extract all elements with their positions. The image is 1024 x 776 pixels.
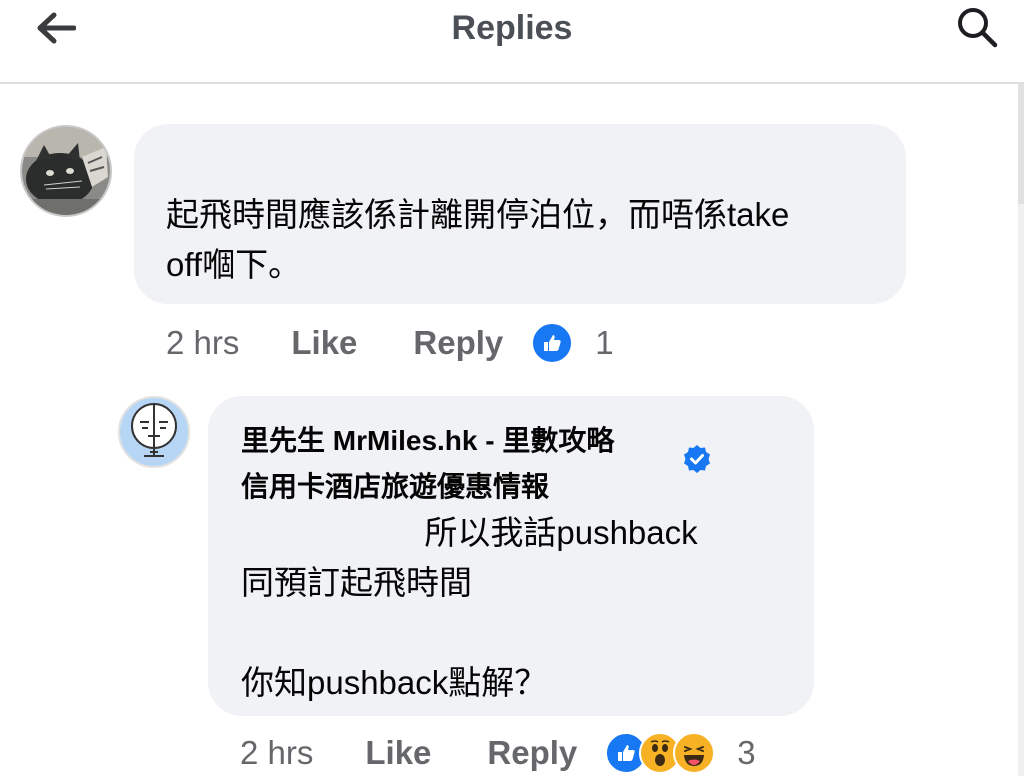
comment-reactions[interactable]: [531, 322, 574, 364]
verified-badge-icon: [684, 445, 710, 473]
search-button[interactable]: [954, 4, 1000, 50]
page-title: Replies: [451, 9, 573, 47]
commenter-avatar[interactable]: [20, 125, 112, 217]
scrollbar[interactable]: [1018, 84, 1024, 776]
reply-like-button[interactable]: Like: [365, 734, 431, 772]
reply-bubble[interactable]: 里先生 MrMiles.hk - 里數攻略 信用卡酒店旅遊優惠情報 所以我話pu…: [208, 396, 814, 716]
reply-author-name[interactable]: 里先生 MrMiles.hk - 里數攻略 信用卡酒店旅遊優惠情報: [241, 418, 681, 510]
cat-photo: [22, 127, 110, 215]
comment-reaction-count[interactable]: 1: [595, 324, 613, 362]
comment-text: 起飛時間應該係計離開停泊位，而唔係take off嗰下。: [166, 196, 790, 283]
haha-reaction-icon: [673, 732, 716, 774]
comment-timestamp[interactable]: 2 hrs: [166, 324, 239, 362]
comment-bubble[interactable]: 起飛時間應該係計離開停泊位，而唔係take off嗰下。: [134, 124, 906, 304]
reply-timestamp[interactable]: 2 hrs: [240, 734, 313, 772]
comment-reply-button[interactable]: Reply: [413, 324, 503, 362]
reply-reply-button[interactable]: Reply: [487, 734, 577, 772]
comment-actions: 2 hrs Like Reply 1: [166, 318, 614, 368]
reply-actions: 2 hrs Like Reply 3: [240, 730, 756, 776]
like-reaction-icon: [531, 322, 574, 364]
reply-reactions[interactable]: [605, 732, 716, 774]
page-avatar[interactable]: [118, 396, 190, 468]
search-icon: [958, 8, 998, 48]
face-drawing: [131, 403, 177, 457]
comment-like-button[interactable]: Like: [291, 324, 357, 362]
top-bar: Replies: [0, 0, 1024, 84]
scrollbar-thumb[interactable]: [1018, 84, 1024, 204]
reply-reaction-count[interactable]: 3: [737, 734, 755, 772]
reply-text: 所以我話pushback 同預訂起飛時間 你知pushback點解？: [241, 514, 698, 701]
